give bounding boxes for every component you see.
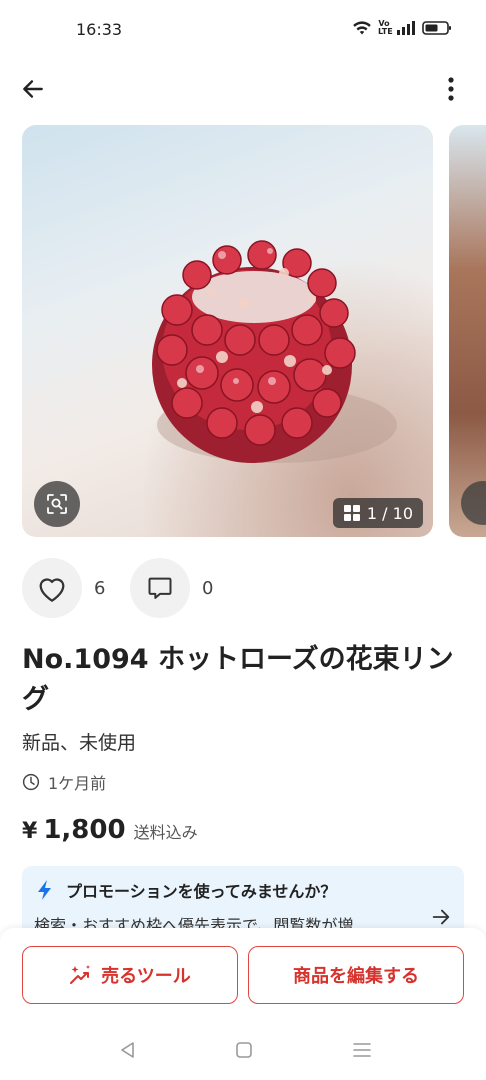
menu-lines-icon	[353, 1043, 371, 1057]
status-bar: 16:33 Vo LTE	[0, 0, 486, 62]
back-button[interactable]	[14, 70, 52, 108]
promotion-title: プロモーションを使ってみませんか？	[66, 882, 337, 901]
image-search-icon	[47, 494, 67, 514]
square-home-icon	[236, 1042, 252, 1058]
signal-icon	[397, 21, 415, 35]
system-nav-bar	[0, 1018, 486, 1080]
comment-icon	[148, 577, 172, 599]
promotion-header: プロモーションを使ってみませんか？	[36, 878, 336, 902]
like-button[interactable]	[22, 558, 82, 618]
image-carousel[interactable]: 1 / 10	[0, 125, 486, 537]
edit-item-label: 商品を編集する	[293, 966, 419, 987]
arrow-left-icon	[23, 80, 43, 98]
shipping-included: 送料込み	[133, 823, 198, 842]
triangle-back-icon	[121, 1042, 134, 1058]
arrow-right-icon[interactable]	[430, 906, 452, 928]
image-counter: 1 / 10	[332, 498, 423, 528]
lightning-icon	[38, 880, 51, 900]
sell-tools-button[interactable]: 売るツール	[22, 946, 238, 1004]
edit-item-button[interactable]: 商品を編集する	[248, 946, 464, 1004]
wifi-icon	[353, 21, 371, 35]
sparkle-trend-icon	[70, 965, 91, 984]
sell-tools-label: 売るツール	[101, 966, 191, 987]
grid-icon	[343, 505, 360, 521]
comment-count: 0	[202, 577, 214, 599]
posted-time: 1ケ月前	[22, 770, 106, 794]
more-options-button[interactable]	[432, 70, 470, 108]
promotion-card[interactable]: プロモーションを使ってみませんか？ 検索・おすすめ枠へ優先表示で、閲覧数が増	[22, 866, 464, 936]
image-search-button[interactable]	[34, 481, 80, 527]
product-photo[interactable]: 1 / 10	[22, 125, 433, 537]
next-photo-preview[interactable]	[449, 125, 486, 537]
image-counter-text: 1 / 10	[366, 503, 413, 523]
nav-recents-button[interactable]	[348, 1036, 376, 1064]
comment-button[interactable]	[130, 558, 190, 618]
heart-icon	[39, 578, 65, 602]
nav-home-button[interactable]	[230, 1036, 258, 1064]
price: ¥ 1,800 送料込み	[22, 815, 198, 845]
item-title: No.1094 ホットローズの花束リング	[22, 644, 454, 715]
clock-icon	[22, 773, 40, 791]
posted-time-text: 1ケ月前	[48, 774, 107, 793]
app-bar	[0, 62, 486, 114]
more-vertical-icon	[448, 77, 454, 101]
price-currency: ¥	[22, 819, 38, 844]
ring-image	[152, 240, 397, 463]
bottom-action-bar: 売るツール 商品を編集する	[0, 928, 486, 1018]
battery-icon	[422, 21, 451, 35]
status-icons: Vo LTE	[352, 20, 452, 36]
status-time: 16:33	[76, 20, 123, 39]
like-count: 6	[94, 577, 106, 599]
item-condition: 新品、未使用	[22, 732, 137, 754]
reactions-row: 6 0	[22, 558, 234, 618]
nav-back-button[interactable]	[114, 1036, 142, 1064]
image-search-icon	[461, 481, 486, 525]
volte-indicator: Vo LTE	[378, 19, 393, 36]
price-value: 1,800	[43, 815, 126, 845]
